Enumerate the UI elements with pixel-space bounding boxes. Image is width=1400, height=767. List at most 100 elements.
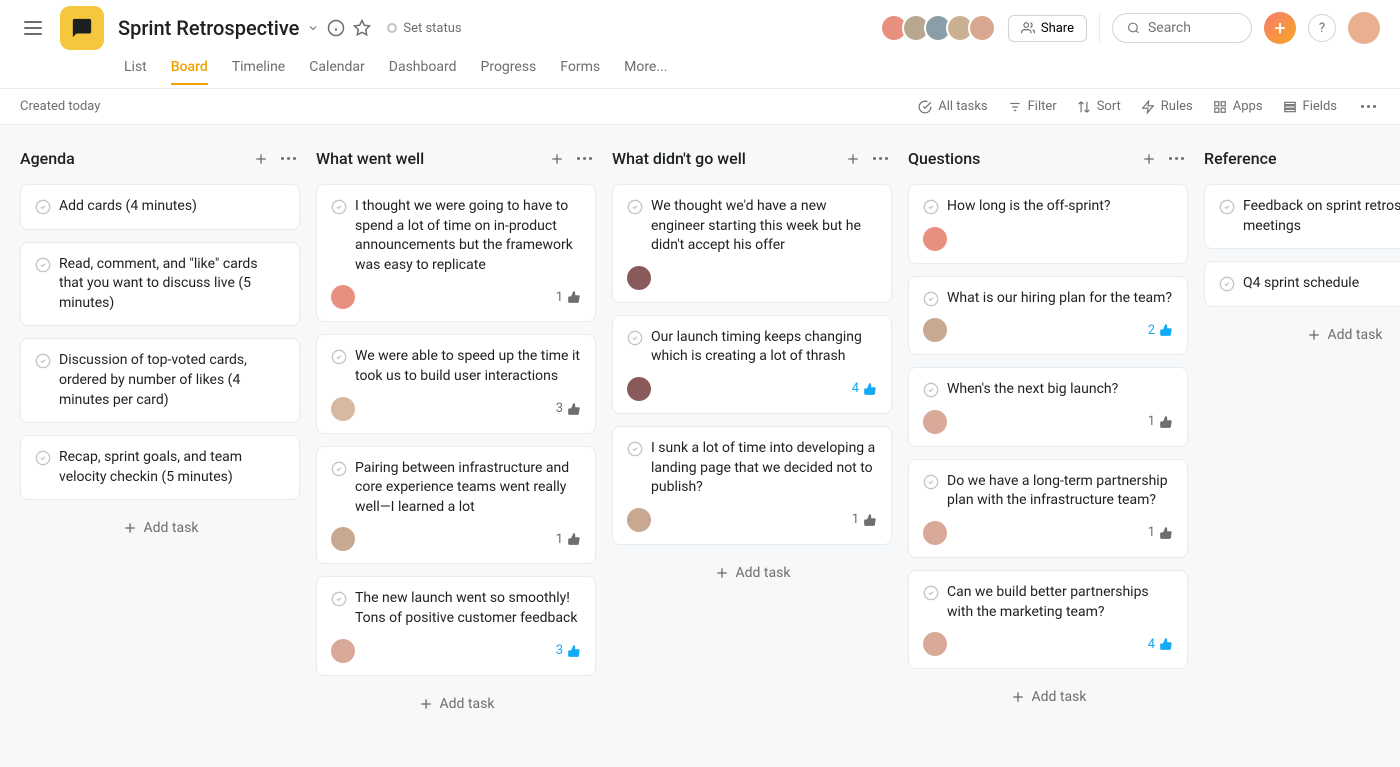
task-card[interactable]: Recap, sprint goals, and team velocity c… <box>20 435 300 500</box>
check-circle-icon[interactable] <box>331 591 347 607</box>
likes-count[interactable]: 1 <box>1148 525 1173 540</box>
tab-list[interactable]: List <box>124 51 147 85</box>
add-task-button[interactable]: Add task <box>908 681 1188 713</box>
assignee-avatar[interactable] <box>627 377 651 401</box>
assignee-avatar[interactable] <box>923 410 947 434</box>
apps-button[interactable]: Apps <box>1213 99 1263 114</box>
check-circle-icon[interactable] <box>35 199 51 215</box>
tab-timeline[interactable]: Timeline <box>232 51 285 85</box>
task-card[interactable]: Add cards (4 minutes) <box>20 184 300 230</box>
likes-count[interactable]: 1 <box>852 512 877 527</box>
likes-count[interactable]: 1 <box>556 290 581 305</box>
likes-count[interactable]: 1 <box>1148 414 1173 429</box>
column-title[interactable]: Questions <box>908 149 980 168</box>
task-card[interactable]: Q4 sprint schedule <box>1204 261 1400 307</box>
plus-icon[interactable] <box>845 151 861 167</box>
task-card[interactable]: When's the next big launch?1 <box>908 367 1188 447</box>
check-circle-icon[interactable] <box>331 461 347 477</box>
tab-board[interactable]: Board <box>171 51 208 85</box>
check-circle-icon[interactable] <box>923 585 939 601</box>
assignee-avatar[interactable] <box>923 318 947 342</box>
assignee-avatar[interactable] <box>331 527 355 551</box>
likes-count[interactable]: 4 <box>1148 637 1173 652</box>
plus-icon[interactable] <box>1141 151 1157 167</box>
plus-icon[interactable] <box>418 696 434 712</box>
column-title[interactable]: Agenda <box>20 149 75 168</box>
assignee-avatar[interactable] <box>331 397 355 421</box>
task-card[interactable]: Discussion of top-voted cards, ordered b… <box>20 338 300 423</box>
column-title[interactable]: What went well <box>316 149 424 168</box>
tab-forms[interactable]: Forms <box>560 51 600 85</box>
assignee-avatar[interactable] <box>331 639 355 663</box>
star-icon[interactable] <box>353 19 371 37</box>
filter-button[interactable]: Filter <box>1008 99 1057 114</box>
profile-avatar[interactable] <box>1348 12 1380 44</box>
assignee-avatar[interactable] <box>923 227 947 251</box>
task-card[interactable]: We were able to speed up the time it too… <box>316 334 596 433</box>
task-card[interactable]: Read, comment, and "like" cards that you… <box>20 242 300 327</box>
column-title[interactable]: What didn't go well <box>612 149 746 168</box>
share-button[interactable]: Share <box>1008 15 1087 42</box>
assignee-avatar[interactable] <box>923 632 947 656</box>
set-status-button[interactable]: Set status <box>379 17 469 40</box>
plus-icon[interactable] <box>1306 327 1322 343</box>
tab-calendar[interactable]: Calendar <box>309 51 365 85</box>
task-card[interactable]: I sunk a lot of time into developing a l… <box>612 426 892 545</box>
plus-icon[interactable] <box>714 565 730 581</box>
task-card[interactable]: We thought we'd have a new engineer star… <box>612 184 892 303</box>
plus-icon[interactable] <box>549 151 565 167</box>
search-input[interactable] <box>1148 20 1237 36</box>
task-card[interactable]: Do we have a long-term partnership plan … <box>908 459 1188 558</box>
tab-more[interactable]: More... <box>624 51 667 85</box>
check-circle-icon[interactable] <box>923 474 939 490</box>
column-more[interactable] <box>869 153 892 164</box>
likes-count[interactable]: 3 <box>556 643 581 658</box>
task-card[interactable]: Pairing between infrastructure and core … <box>316 446 596 565</box>
sort-button[interactable]: Sort <box>1077 99 1121 114</box>
assignee-avatar[interactable] <box>627 266 651 290</box>
task-card[interactable]: I thought we were going to have to spend… <box>316 184 596 322</box>
plus-icon[interactable] <box>1010 689 1026 705</box>
check-circle-icon[interactable] <box>627 441 643 457</box>
assignee-avatar[interactable] <box>331 285 355 309</box>
add-task-button[interactable]: Add task <box>20 512 300 544</box>
menu-toggle[interactable] <box>20 17 46 39</box>
check-circle-icon[interactable] <box>35 257 51 273</box>
column-more[interactable] <box>277 153 300 164</box>
project-icon[interactable] <box>60 6 104 50</box>
tab-dashboard[interactable]: Dashboard <box>389 51 457 85</box>
column-more[interactable] <box>1165 153 1188 164</box>
help-button[interactable]: ? <box>1308 14 1336 42</box>
fields-button[interactable]: Fields <box>1283 99 1337 114</box>
plus-icon[interactable] <box>122 520 138 536</box>
all-tasks-filter[interactable]: All tasks <box>918 99 987 114</box>
check-circle-icon[interactable] <box>627 199 643 215</box>
project-title[interactable]: Sprint Retrospective <box>118 16 299 40</box>
task-card[interactable]: Feedback on sprint retrosp meetings <box>1204 184 1400 249</box>
rules-button[interactable]: Rules <box>1141 99 1193 114</box>
check-circle-icon[interactable] <box>627 330 643 346</box>
check-circle-icon[interactable] <box>331 349 347 365</box>
check-circle-icon[interactable] <box>35 353 51 369</box>
column-title[interactable]: Reference <box>1204 149 1277 168</box>
check-circle-icon[interactable] <box>35 450 51 466</box>
likes-count[interactable]: 3 <box>556 401 581 416</box>
check-circle-icon[interactable] <box>923 382 939 398</box>
search-bar[interactable] <box>1112 13 1252 43</box>
likes-count[interactable]: 1 <box>556 532 581 547</box>
likes-count[interactable]: 4 <box>852 381 877 396</box>
add-task-button[interactable]: Add task <box>612 557 892 589</box>
task-card[interactable]: What is our hiring plan for the team?2 <box>908 276 1188 356</box>
task-card[interactable]: How long is the off-sprint? <box>908 184 1188 264</box>
check-circle-icon[interactable] <box>331 199 347 215</box>
avatar-stack[interactable] <box>880 14 996 42</box>
check-circle-icon[interactable] <box>1219 199 1235 215</box>
more-options[interactable] <box>1357 101 1380 112</box>
avatar[interactable] <box>968 14 996 42</box>
plus-icon[interactable] <box>253 151 269 167</box>
assignee-avatar[interactable] <box>923 521 947 545</box>
check-circle-icon[interactable] <box>1219 276 1235 292</box>
assignee-avatar[interactable] <box>627 508 651 532</box>
task-card[interactable]: Can we build better partnerships with th… <box>908 570 1188 669</box>
chevron-down-icon[interactable] <box>307 22 319 34</box>
